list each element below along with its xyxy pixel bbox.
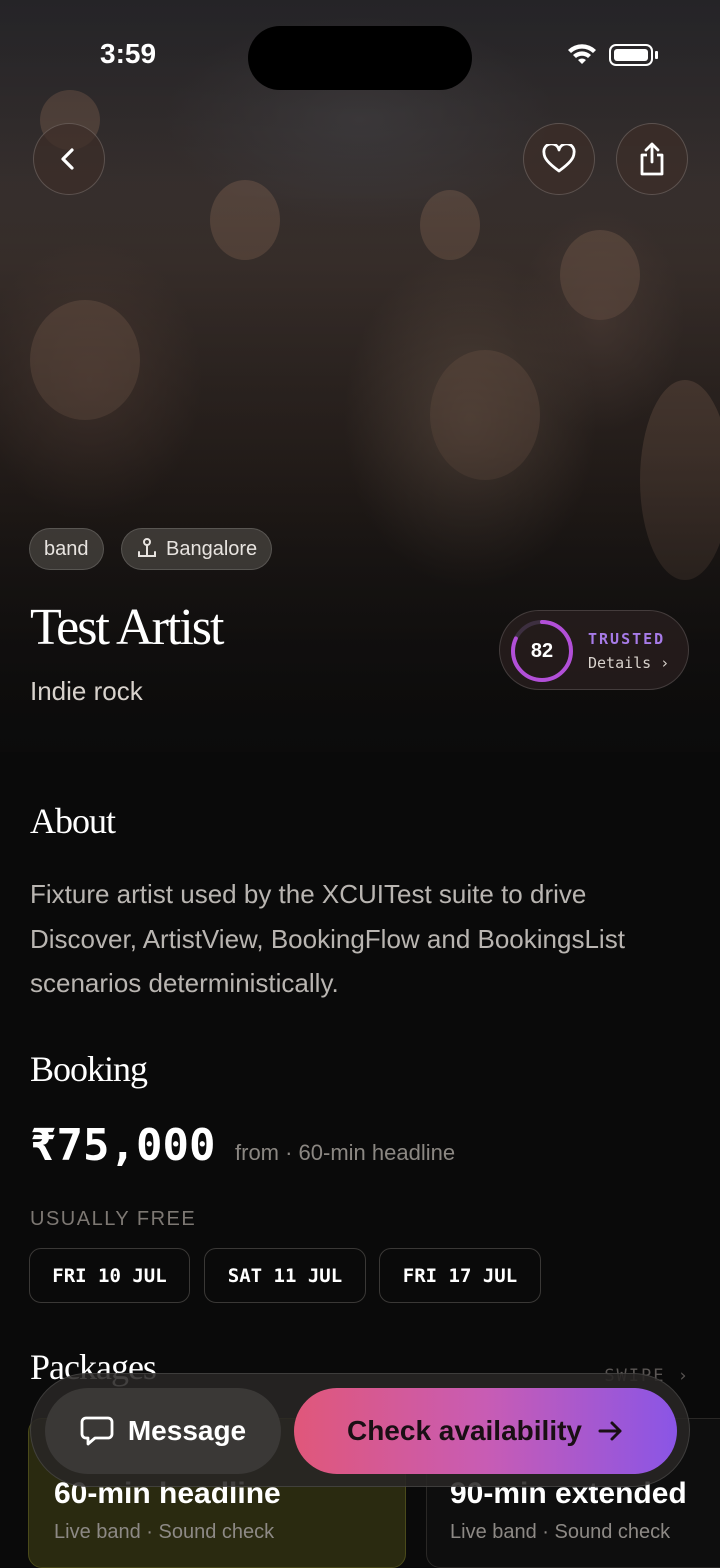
chevron-right-icon: › [660,654,670,672]
back-button[interactable] [33,123,105,195]
bottom-action-bar: Message Check availability [30,1373,690,1487]
check-availability-button[interactable]: Check availability [294,1388,677,1474]
package-subtitle: Live band · Sound check [450,1521,671,1543]
trust-details-link[interactable]: Details › [588,654,669,672]
location-label: Bangalore [166,537,258,560]
trust-badge[interactable]: 82 TRUSTED Details › [499,610,689,690]
dynamic-island [248,26,472,90]
usually-free-label: USUALLY FREE [30,1208,197,1230]
tag-label: band [44,537,89,560]
heart-icon [542,144,576,173]
wifi-icon [568,44,596,64]
share-icon [640,142,664,176]
battery-cap [655,51,658,59]
chat-bubble-icon [80,1416,114,1446]
trust-label: TRUSTED [588,630,666,648]
status-time: 3:59 [100,38,157,69]
favorite-button[interactable] [523,123,595,195]
artist-name: Test Artist [30,599,224,656]
battery-icon [609,44,653,66]
package-subtitle: Live band · Sound check [54,1521,275,1543]
booking-price: ₹75,000 [30,1120,216,1171]
about-heading: About [30,801,116,841]
booking-heading: Booking [30,1049,148,1089]
chevron-left-icon [61,148,74,170]
trust-score: 82 [530,640,554,662]
trust-details-label: Details [588,654,652,672]
location-pin-icon [138,538,156,557]
arrow-right-icon [598,1421,622,1441]
date-chip[interactable]: SAT 11 JUL [204,1248,366,1303]
check-availability-label: Check availability [346,1415,582,1446]
about-text: Fixture artist used by the XCUITest suit… [30,879,625,998]
message-label: Message [127,1415,247,1446]
tag-chip: band [29,528,104,570]
artist-genre: Indie rock [30,676,143,706]
message-button[interactable]: Message [45,1388,281,1474]
share-button[interactable] [616,123,688,195]
booking-price-subtitle: from · 60-min headline [235,1140,456,1165]
chevron-right-icon: › [677,1366,690,1386]
location-chip: Bangalore [121,528,273,570]
date-chip[interactable]: FRI 17 JUL [379,1248,541,1303]
date-chip[interactable]: FRI 10 JUL [29,1248,190,1303]
status-icons [567,44,658,66]
